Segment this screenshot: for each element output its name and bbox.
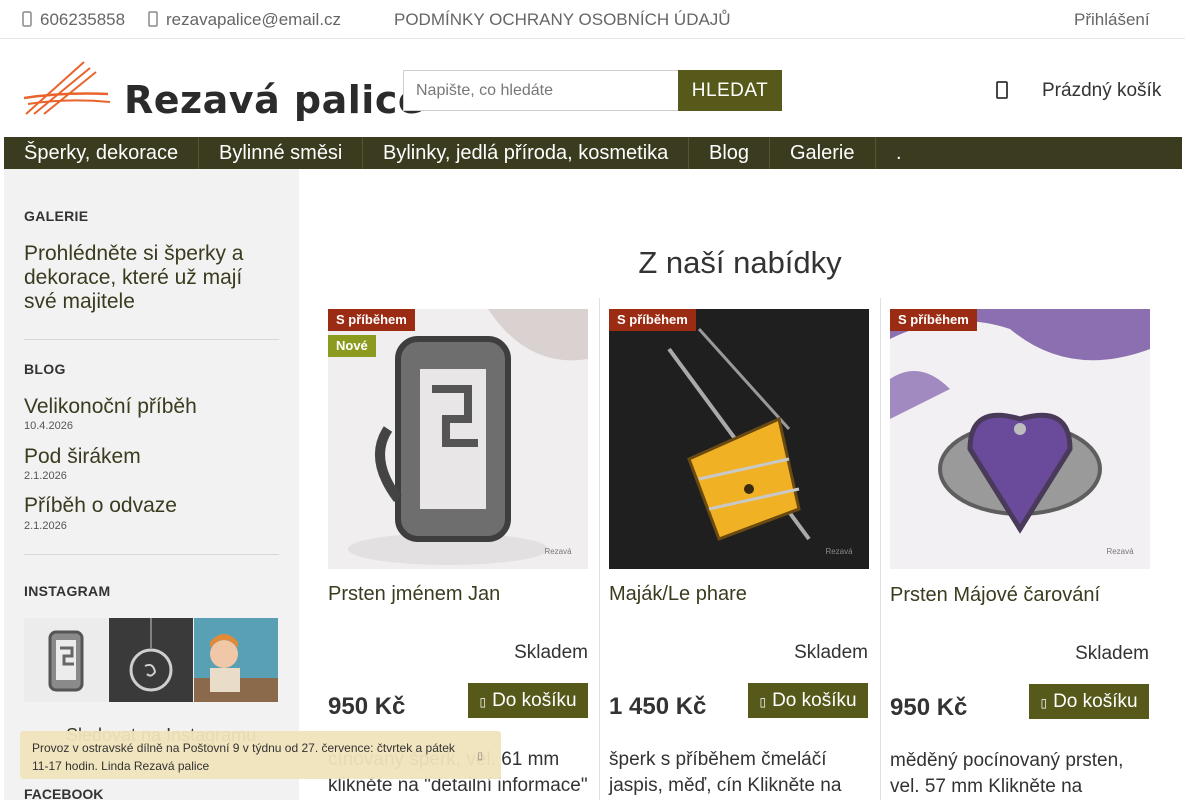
instagram-heading: INSTAGRAM (24, 583, 111, 599)
svg-text:Rezavá: Rezavá (544, 547, 572, 556)
add-to-cart-label: Do košíku (1053, 690, 1138, 712)
stock-status: Skladem (1075, 643, 1149, 664)
notice-text: Provoz v ostravské dílně na Poštovní 9 v… (32, 741, 455, 773)
cart-icon[interactable] (995, 78, 1009, 102)
product-name[interactable]: Prsten Májové čarování (890, 584, 1100, 607)
add-to-cart-label: Do košíku (492, 689, 577, 711)
nav-item-more[interactable]: . (876, 137, 926, 169)
product-description: šperk s příběhem čmeláčí jaspis, měď, cí… (609, 749, 842, 796)
stock-status: Skladem (794, 642, 868, 663)
product-card: Rezavá S příběhem Nové Prsten jménem Jan… (319, 298, 600, 800)
stock-status: Skladem (514, 642, 588, 663)
logo[interactable]: Rezavá palice (24, 58, 424, 122)
blog-heading: BLOG (24, 361, 66, 377)
add-to-cart-label: Do košíku (772, 689, 857, 711)
email-address: rezavapalice@email.cz (166, 10, 342, 29)
product-image[interactable]: Rezavá (890, 309, 1150, 569)
logo-mark-icon (24, 61, 111, 115)
privacy-link[interactable]: PODMÍNKY OCHRANY OSOBNÍCH ÚDAJŮ (394, 10, 731, 30)
nav-item-blog[interactable]: Blog (689, 137, 770, 169)
top-bar: 606235858 rezavapalice@email.cz PODMÍNKY… (0, 0, 1185, 39)
cart-icon: ▯ (1040, 695, 1048, 710)
gallery-heading: GALERIE (24, 208, 89, 224)
close-icon[interactable]: ▯ (477, 748, 483, 766)
instagram-photo[interactable] (194, 618, 278, 702)
main-nav: Šperky, dekorace Bylinné směsi Bylinky, … (4, 137, 1182, 169)
product-price: 1 450 Kč (609, 693, 707, 720)
blog-post-link[interactable]: Příběh o odvaze (24, 494, 177, 518)
instagram-photo[interactable] (24, 618, 108, 702)
email-icon (148, 11, 158, 27)
product-name[interactable]: Prsten jménem Jan (328, 583, 500, 606)
badge-story: S příběhem (609, 309, 696, 331)
product-name[interactable]: Maják/Le phare (609, 583, 747, 606)
instagram-photo[interactable] (109, 618, 193, 702)
search-button[interactable]: HLEDAT (678, 70, 782, 111)
product-price: 950 Kč (890, 694, 968, 721)
nav-item-herbal-mixes[interactable]: Bylinné směsi (199, 137, 363, 169)
phone-contact[interactable]: 606235858 (22, 10, 126, 30)
nav-item-herbs-nature[interactable]: Bylinky, jedlá příroda, kosmetika (363, 137, 689, 169)
header: Rezavá palice HLEDAT Prázdný košík (0, 40, 1185, 137)
sidebar: GALERIE Prohlédněte si šperky a dekorace… (4, 169, 299, 800)
cart-icon: ▯ (759, 694, 767, 709)
svg-text:Rezavá: Rezavá (825, 547, 853, 556)
cart-icon: ▯ (479, 694, 487, 709)
phone-number: 606235858 (40, 10, 126, 29)
product-description: měděný pocínovaný prsten, vel. 57 mm Kli… (890, 750, 1124, 797)
add-to-cart-button[interactable]: ▯ Do košíku (748, 683, 868, 718)
login-link[interactable]: Přihlášení (1074, 10, 1150, 30)
cart-label[interactable]: Prázdný košík (1042, 80, 1161, 102)
add-to-cart-button[interactable]: ▯ Do košíku (468, 683, 588, 718)
phone-icon (22, 11, 32, 27)
badge-story: S příběhem (890, 309, 977, 331)
blog-post-link[interactable]: Velikonoční příběh (24, 395, 197, 419)
search-input[interactable] (403, 70, 679, 111)
blog-post-date: 2.1.2026 (24, 520, 67, 532)
badge-story: S příběhem (328, 309, 415, 331)
email-contact[interactable]: rezavapalice@email.cz (148, 10, 342, 30)
section-title: Z naší nabídky (638, 245, 842, 280)
nav-item-gallery[interactable]: Galerie (770, 137, 876, 169)
gallery-link[interactable]: Prohlédněte si šperky a dekorace, které … (24, 242, 274, 314)
logo-text: Rezavá palice (124, 78, 425, 122)
add-to-cart-button[interactable]: ▯ Do košíku (1029, 684, 1149, 719)
product-card: Rezavá S příběhem Maják/Le phare Skladem… (599, 298, 880, 800)
divider (24, 554, 279, 555)
product-image[interactable]: Rezavá (609, 309, 869, 569)
product-price: 950 Kč (328, 693, 406, 720)
blog-post-date: 2.1.2026 (24, 470, 67, 482)
nav-item-jewelry[interactable]: Šperky, dekorace (4, 137, 199, 169)
product-card: Rezavá S příběhem Prsten Májové čarování… (880, 298, 1161, 800)
notice-banner: Provoz v ostravské dílně na Poštovní 9 v… (20, 731, 501, 779)
badge-new: Nové (328, 335, 376, 357)
blog-post-link[interactable]: Pod širákem (24, 445, 141, 469)
blog-post-date: 10.4.2026 (24, 420, 73, 432)
svg-text:Rezavá: Rezavá (1106, 547, 1134, 556)
divider (24, 339, 279, 340)
